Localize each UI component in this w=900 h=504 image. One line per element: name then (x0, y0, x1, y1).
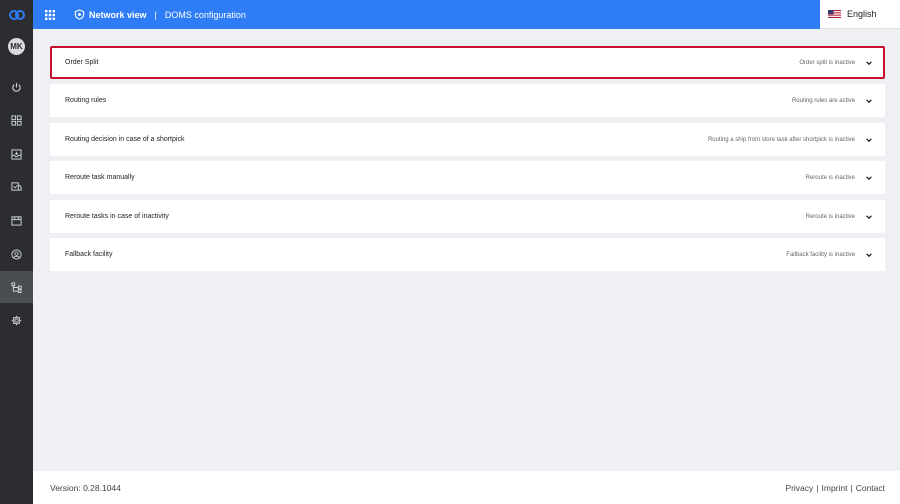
privacy-link[interactable]: Privacy (785, 483, 813, 493)
chevron-down-icon[interactable] (865, 136, 873, 144)
panel-title: Order Split (65, 59, 99, 66)
panel-title: Routing rules (65, 97, 107, 104)
network-icon (11, 281, 22, 293)
sidebar-item-user[interactable] (0, 238, 33, 270)
store-icon (11, 215, 22, 226)
language-selector[interactable]: English (820, 0, 900, 29)
language-label: English (847, 9, 877, 19)
panel-status: Reroute is inactive (805, 213, 855, 220)
panel-reroute-manually[interactable]: Reroute task manually Reroute is inactiv… (50, 161, 885, 194)
panel-title: Fallback facility (65, 251, 113, 258)
panel-title: Routing decision in case of a shortpick (65, 136, 185, 143)
sidebar-item-store[interactable] (0, 204, 33, 236)
footer-links: Privacy | Imprint | Contact (785, 483, 885, 493)
sidebar-item-power[interactable] (0, 71, 33, 103)
contact-link[interactable]: Contact (856, 483, 885, 493)
version-label: Version: 0.28.1044 (50, 482, 121, 493)
gear-icon (11, 315, 22, 325)
panel-title: Reroute tasks in case of inactivity (65, 213, 169, 220)
panel-reroute-inactivity[interactable]: Reroute tasks in case of inactivity Rero… (50, 200, 885, 233)
sidebar: MK (0, 0, 33, 504)
panel-fallback-facility[interactable]: Fallback facility Fallback facility is i… (50, 238, 885, 271)
user-circle-icon (11, 248, 22, 260)
panel-routing-rules[interactable]: Routing rules Routing rules are active (50, 84, 885, 117)
footer-divider: | (816, 482, 819, 493)
app-logo-icon[interactable] (0, 0, 33, 29)
sidebar-item-inbox[interactable] (0, 138, 33, 170)
avatar[interactable]: MK (8, 38, 25, 55)
panel-status: Routing rules are active (791, 97, 855, 104)
chevron-down-icon[interactable] (865, 174, 873, 182)
sidebar-item-dashboard[interactable] (0, 104, 33, 136)
app-launcher-button[interactable] (33, 0, 67, 29)
panel-title: Reroute task manually (65, 174, 135, 181)
footer: Version: 0.28.1044 Privacy | Imprint | C… (33, 471, 900, 504)
chevron-down-icon[interactable] (865, 59, 873, 67)
shipment-icon (11, 181, 22, 191)
chevron-down-icon[interactable] (865, 213, 873, 221)
panel-status: Order split is inactive (799, 59, 855, 66)
brand[interactable]: Network view (74, 9, 147, 20)
us-flag-icon (828, 10, 841, 18)
inbox-icon (11, 148, 22, 160)
page-title: Network view (89, 9, 147, 20)
panel-status: Reroute is inactive (805, 174, 855, 181)
dashboard-icon (11, 114, 22, 126)
panel-order-split[interactable]: Order Split Order split is inactive (50, 46, 885, 79)
sidebar-item-shipment[interactable] (0, 170, 33, 202)
apps-grid-icon (45, 9, 55, 20)
sidebar-item-network[interactable] (0, 271, 33, 303)
footer-divider: | (850, 482, 853, 493)
imprint-link[interactable]: Imprint (822, 483, 848, 493)
title-separator: | (154, 9, 157, 20)
network-view-icon (74, 9, 85, 20)
chevron-down-icon[interactable] (865, 97, 873, 105)
top-bar: Network view | DOMS configuration (33, 0, 820, 29)
panel-routing-decision-shortpick[interactable]: Routing decision in case of a shortpick … (50, 123, 885, 156)
sidebar-item-settings[interactable] (0, 304, 33, 336)
panel-status: Routing a ship from store task after sho… (707, 136, 855, 143)
power-icon (12, 82, 21, 92)
panel-status: Fallback facility is inactive (786, 251, 855, 258)
chevron-down-icon[interactable] (865, 251, 873, 259)
breadcrumb: DOMS configuration (164, 9, 246, 20)
